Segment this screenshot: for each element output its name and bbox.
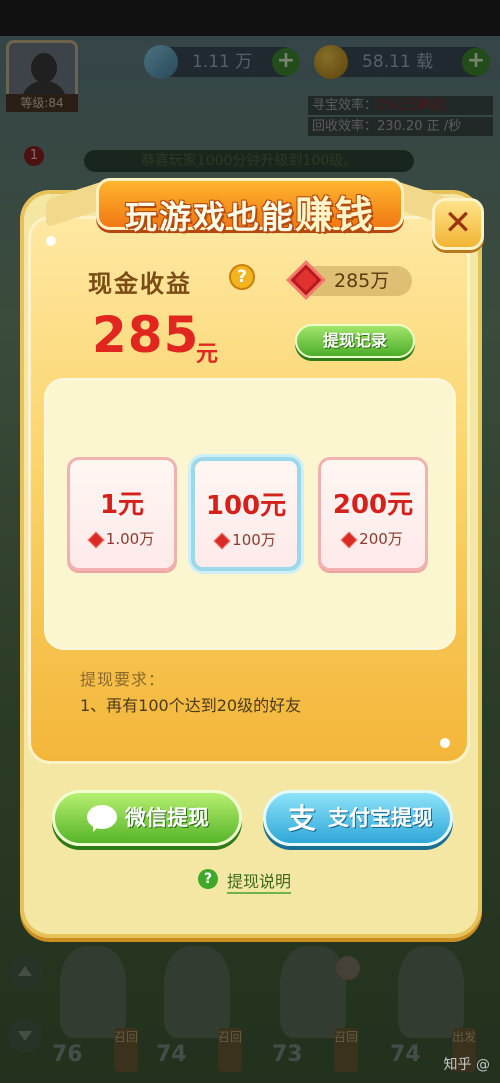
ruby-icon [87, 531, 105, 548]
option-value: 1元 [99, 490, 145, 520]
dialog-title: 玩游戏也能赚钱 [124, 193, 376, 237]
help-icon[interactable]: ? [229, 264, 255, 290]
sparkle-decoration [440, 738, 450, 748]
ruby-icon [213, 532, 231, 549]
wechat-withdraw-label: 微信提现 [125, 806, 209, 830]
gem-balance-value: 285万 [334, 270, 390, 292]
status-bar [0, 0, 500, 36]
gem-balance: 285万 [286, 260, 412, 300]
watermark: 知乎 @ [443, 1057, 490, 1073]
dialog-banner: 玩游戏也能赚钱 [46, 166, 454, 240]
withdraw-option-3[interactable]: 200元 200万 [318, 457, 428, 571]
alipay-icon: 支 [288, 802, 317, 835]
requirement-item: 1、再有100个达到20级的好友 [80, 696, 302, 715]
cash-amount: 285 [92, 306, 200, 364]
explain-label: 提现说明 [227, 868, 292, 894]
withdraw-option-1[interactable]: 1元 1.00万 [67, 457, 177, 571]
ruby-icon [286, 260, 326, 300]
help-icon: ? [198, 869, 218, 889]
alipay-withdraw-label: 支付宝提现 [328, 806, 433, 830]
withdraw-option-2[interactable]: 100元 100万 [191, 457, 301, 571]
requirements-title: 提现要求： [80, 670, 166, 689]
close-icon[interactable]: ✕ [432, 198, 484, 250]
cash-unit: 元 [196, 342, 219, 367]
withdraw-record-button[interactable]: 提现记录 [295, 324, 415, 358]
option-cost: 100万 [195, 529, 297, 550]
option-cost: 1.00万 [70, 528, 174, 549]
cash-income-label: 现金收益 [88, 270, 192, 298]
wechat-icon [87, 805, 117, 832]
option-value: 100元 [205, 491, 287, 521]
alipay-withdraw-button[interactable]: 支 支付宝提现 [263, 790, 453, 846]
wechat-withdraw-button[interactable]: 微信提现 [52, 790, 242, 846]
sparkle-decoration [46, 236, 56, 246]
option-value: 200元 [332, 490, 414, 520]
option-cost: 200万 [321, 528, 425, 549]
ruby-icon [340, 531, 358, 548]
